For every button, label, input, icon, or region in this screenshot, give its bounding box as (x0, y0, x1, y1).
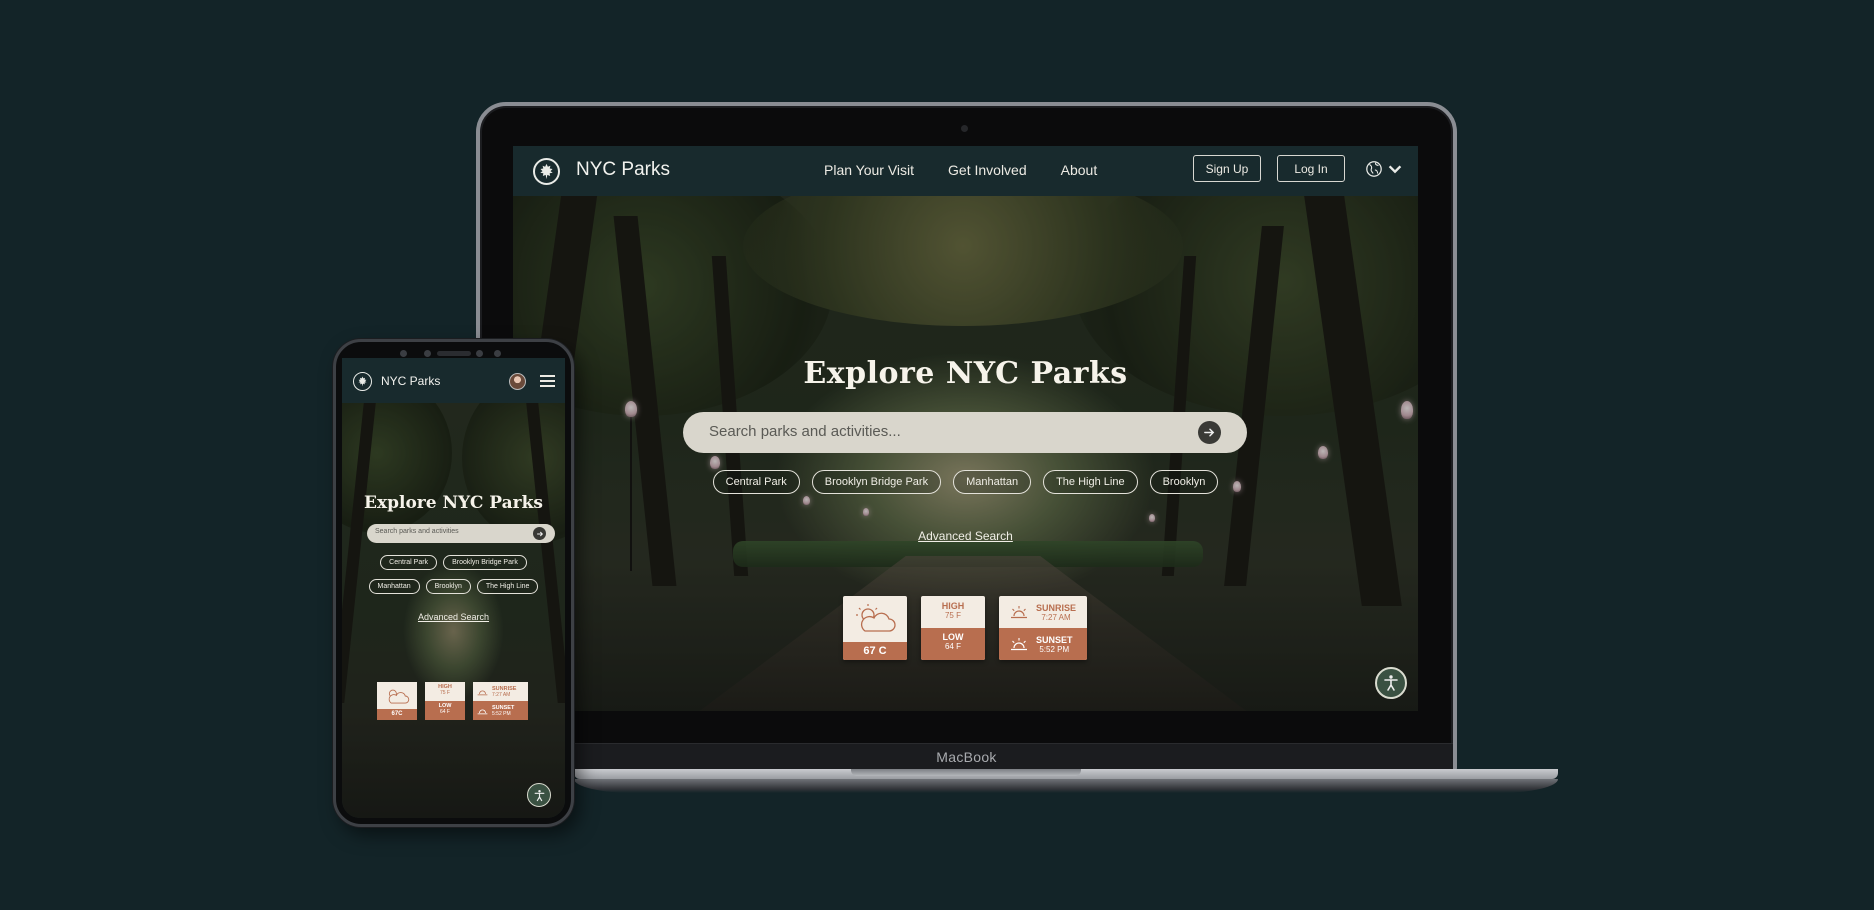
laptop-camera (961, 125, 968, 132)
low-temp: 64 F (439, 709, 450, 715)
search-input[interactable]: Search parks and activities... (683, 412, 1247, 453)
chip-the-high-line[interactable]: The High Line (1043, 470, 1138, 494)
phone-sensor (494, 350, 501, 357)
advanced-search-link[interactable]: Advanced Search (513, 529, 1418, 543)
macbook-label: MacBook (936, 749, 997, 765)
sunset-label: SUNSET (1036, 634, 1073, 645)
sunset-time: 5:52 PM (492, 710, 511, 717)
search-submit-button[interactable] (1198, 421, 1221, 444)
phone-high-low-card: HIGH 75 F LOW 64 F (425, 682, 465, 720)
search-placeholder: Search parks and activities... (709, 423, 901, 440)
current-temp-card: 67 C (843, 596, 907, 660)
accessibility-icon (534, 789, 544, 801)
sun-times-card: SUNRISE 7:27 AM SUNSET 5:52 PM (999, 596, 1087, 660)
hero-section: Explore NYC Parks Search parks and activ… (513, 196, 1418, 711)
sunset-time: 5:52 PM (1039, 644, 1070, 654)
sunset-icon (477, 709, 488, 715)
chip-brooklyn[interactable]: Brooklyn (425, 579, 471, 594)
phone-navbar: NYC Parks (342, 358, 565, 403)
accessibility-icon (1384, 675, 1398, 691)
sunset-icon (1011, 638, 1027, 651)
phone-screen: Explore NYC Parks Search parks and activ… (342, 358, 565, 818)
phone-sun-times-card: SUNRISE 7:27 AM SUNSET 5:52 PM (473, 682, 528, 720)
sunset-label: SUNSET (492, 704, 515, 711)
chip-brooklyn-bridge-park[interactable]: Brooklyn Bridge Park (443, 555, 527, 570)
nyc-parks-logo-icon[interactable] (533, 158, 560, 185)
top-navbar: NYC Parks Plan Your Visit Get Involved A… (513, 146, 1418, 196)
high-low-card: HIGH 75 F LOW 64 F (921, 596, 985, 660)
main-nav: Plan Your Visit Get Involved About (824, 162, 1131, 178)
phone-current-temp-card: 67C (377, 682, 417, 720)
nav-get-involved[interactable]: Get Involved (948, 162, 1027, 178)
nav-about[interactable]: About (1061, 162, 1098, 178)
low-temp: 64 F (944, 642, 961, 651)
hero-title: Explore NYC Parks (803, 356, 1128, 391)
chevron-down-icon (1388, 165, 1402, 174)
sunrise-label: SUNRISE (1036, 602, 1077, 613)
accessibility-button[interactable] (1375, 667, 1407, 699)
laptop-chin: MacBook (480, 743, 1453, 769)
chip-manhattan[interactable]: Manhattan (953, 470, 1032, 494)
nyc-parks-logo-icon[interactable] (353, 372, 372, 391)
nav-plan-your-visit[interactable]: Plan Your Visit (824, 162, 914, 178)
phone-accessibility-button[interactable] (527, 783, 551, 807)
phone-sensor (476, 350, 483, 357)
phone-chips-row-1: Central Park Brooklyn Bridge Park (342, 555, 565, 570)
sunrise-icon (1011, 606, 1027, 619)
sunrise-time: 7:27 AM (1041, 612, 1071, 622)
phone-speaker (437, 351, 471, 356)
phone-chips-row-2: Manhattan Brooklyn The High Line (342, 579, 565, 594)
chip-central-park[interactable]: Central Park (712, 470, 800, 494)
arrow-right-icon (536, 531, 543, 536)
laptop-notch (851, 769, 1081, 776)
weather-widget: 67 C HIGH 75 F LOW 64 F SUNRISE7:27 AM (843, 596, 1087, 660)
phone-advanced-search-link[interactable]: Advanced Search (342, 612, 565, 622)
sign-up-button[interactable]: Sign Up (1193, 155, 1261, 182)
partly-cloudy-icon (856, 604, 896, 632)
laptop-base-shadow (574, 779, 1558, 793)
globe-icon (1366, 161, 1382, 177)
phone-current-temp: 67C (377, 709, 417, 720)
chip-brooklyn-bridge-park[interactable]: Brooklyn Bridge Park (811, 470, 942, 494)
chip-the-high-line[interactable]: The High Line (476, 579, 539, 594)
laptop-screen: Explore NYC Parks Search parks and activ… (513, 146, 1418, 711)
phone-brand-name[interactable]: NYC Parks (381, 374, 440, 388)
hamburger-menu-icon[interactable] (540, 375, 555, 387)
sunrise-time: 7:27 AM (492, 691, 511, 698)
phone-weather-widget: 67C HIGH 75 F LOW 64 F SUNRISE 7:27 AM S… (377, 682, 528, 720)
phone-camera (424, 350, 431, 357)
chip-brooklyn[interactable]: Brooklyn (1149, 470, 1219, 494)
phone-search-input[interactable]: Search parks and activities (367, 524, 555, 543)
phone-search-placeholder: Search parks and activities (375, 528, 459, 535)
phone-hero-section: Explore NYC Parks Search parks and activ… (342, 373, 565, 818)
hero-overlay (342, 403, 565, 818)
phone-sensor (400, 350, 407, 357)
log-in-button[interactable]: Log In (1277, 155, 1345, 182)
user-avatar[interactable] (509, 373, 526, 390)
high-temp: 75 F (944, 611, 961, 620)
chip-central-park[interactable]: Central Park (380, 555, 438, 570)
high-label: HIGH (941, 601, 965, 611)
partly-cloudy-icon (388, 689, 410, 703)
language-selector[interactable] (1365, 160, 1404, 178)
arrow-right-icon (1204, 428, 1215, 437)
brand-name[interactable]: NYC Parks (576, 159, 670, 181)
chip-manhattan[interactable]: Manhattan (368, 579, 420, 594)
phone-search-submit-button[interactable] (533, 527, 546, 540)
sunrise-icon (477, 690, 488, 696)
quick-filter-chips: Central Park Brooklyn Bridge Park Manhat… (513, 470, 1418, 494)
phone-hero-title: Explore NYC Parks (364, 493, 543, 513)
sunrise-label: SUNRISE (492, 685, 517, 692)
current-temp: 67 C (843, 642, 907, 660)
high-temp: 75 F (439, 690, 450, 696)
low-label: LOW (942, 632, 964, 642)
